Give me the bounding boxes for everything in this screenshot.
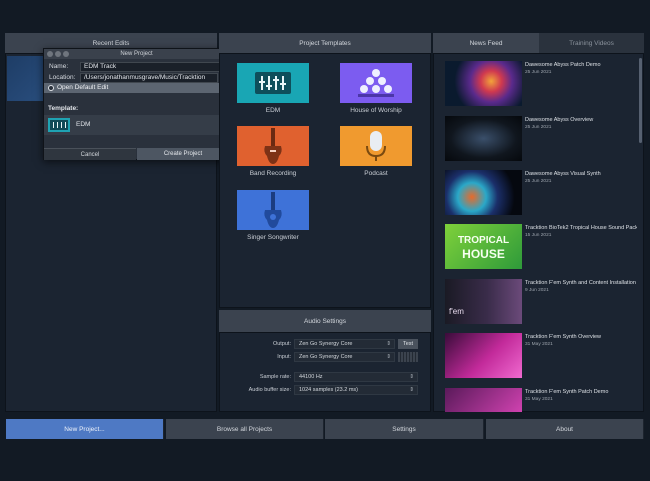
chevron-updown-icon: ⇕: [409, 374, 414, 380]
choir-icon: [358, 69, 394, 97]
project-templates-header: Project Templates: [219, 33, 431, 53]
news-thumbnail[interactable]: [445, 170, 522, 215]
news-date: 31 May 2021: [525, 342, 553, 347]
about-button[interactable]: About: [486, 419, 644, 439]
sample-rate-select[interactable]: 44100 Hz ⇕: [294, 372, 418, 382]
chevron-updown-icon: ⇕: [409, 387, 414, 393]
news-date: 31 May 2021: [525, 397, 553, 402]
name-input[interactable]: EDM Track: [80, 62, 228, 72]
template-label-band-recording: Band Recording: [249, 170, 297, 177]
buffer-size-select[interactable]: 1024 samples (23.2 ms) ⇕: [294, 385, 418, 395]
template-edm[interactable]: [237, 63, 309, 103]
create-project-button[interactable]: Create Project: [137, 148, 229, 160]
template-label-edm: EDM: [265, 107, 281, 114]
news-date: 25 Jun 2021: [525, 70, 552, 75]
template-label-podcast: Podcast: [364, 170, 388, 177]
news-thumbnail[interactable]: [445, 333, 522, 378]
news-thumbnail[interactable]: [445, 61, 522, 106]
output-label: Output:: [272, 341, 291, 347]
buffer-size-value: 1024 samples (23.2 ms): [299, 387, 358, 393]
news-date: 9 Jun 2021: [525, 288, 549, 293]
news-date: 25 Jun 2021: [525, 125, 552, 130]
electric-guitar-icon: [264, 128, 282, 164]
news-thumbnail[interactable]: f'em: [445, 279, 522, 324]
settings-button[interactable]: Settings: [325, 419, 484, 439]
location-label: Location:: [49, 74, 76, 81]
input-label: Input:: [277, 354, 291, 360]
news-title[interactable]: Tracktion F'em Synth Overview: [525, 334, 637, 340]
buffer-size-label: Audio buffer size:: [248, 387, 291, 393]
microphone-icon: [366, 131, 386, 161]
tab-news-feed-label: News Feed: [469, 39, 503, 47]
input-device-select[interactable]: Zen Go Synergy Core ⇕: [294, 352, 395, 362]
output-device-value: Zen Go Synergy Core: [299, 341, 353, 347]
news-date: 15 Jun 2021: [525, 233, 552, 238]
name-label: Name:: [49, 63, 69, 70]
news-scrollbar[interactable]: [639, 58, 642, 143]
news-title[interactable]: Tracktion F'em Synth Patch Demo: [525, 389, 637, 395]
template-name: EDM: [76, 121, 91, 128]
open-default-edit-row[interactable]: Open Default Edit: [44, 83, 229, 93]
project-templates-title: Project Templates: [299, 39, 351, 47]
tab-news-feed[interactable]: News Feed: [433, 33, 539, 53]
acoustic-guitar-icon: [264, 192, 282, 228]
input-level-meter: [398, 352, 418, 362]
mixer-icon: [255, 72, 291, 94]
thumb-text: f'em: [449, 307, 464, 316]
test-output-button[interactable]: Test: [398, 339, 418, 349]
thumb-text: TROPICAL: [457, 235, 510, 246]
new-project-button[interactable]: New Project...: [6, 419, 164, 439]
recent-edits-title: Recent Edits: [92, 39, 130, 47]
open-default-edit-radio[interactable]: [48, 85, 54, 91]
location-input[interactable]: /Users/jonathanmusgrave/Music/Tracktion: [80, 73, 218, 83]
mixer-icon: [48, 118, 70, 132]
tab-training-videos-label: Training Videos: [569, 39, 614, 47]
news-title[interactable]: Tracktion F'em Synth and Content Install…: [525, 280, 637, 286]
browse-all-projects-button[interactable]: Browse all Projects: [166, 419, 324, 439]
template-label-house-of-worship: House of Worship: [350, 107, 402, 114]
audio-settings-header: Audio Settings: [219, 310, 431, 332]
minimize-window-button[interactable]: [55, 51, 61, 57]
template-singer-songwriter[interactable]: [237, 190, 309, 230]
news-title[interactable]: Dawesome Abyss Visual Synth: [525, 171, 637, 177]
news-title[interactable]: Dawesome Abyss Patch Demo: [525, 62, 637, 68]
output-device-select[interactable]: Zen Go Synergy Core ⇕: [294, 339, 395, 349]
template-label: Template:: [48, 105, 79, 112]
new-project-dialog: New Project Name: EDM Track Location: /U…: [43, 48, 230, 160]
audio-settings-title: Audio Settings: [304, 317, 346, 325]
template-house-of-worship[interactable]: [340, 63, 412, 103]
chevron-updown-icon: ⇕: [386, 341, 391, 347]
chevron-updown-icon: ⇕: [386, 354, 391, 360]
close-window-button[interactable]: [47, 51, 53, 57]
news-title[interactable]: Tracktion BioTek2 Tropical House Sound P…: [525, 225, 637, 231]
news-date: 25 Jun 2021: [525, 179, 552, 184]
dialog-title: New Project: [44, 49, 229, 59]
news-title[interactable]: Dawesome Abyss Overview: [525, 117, 637, 123]
template-podcast[interactable]: [340, 126, 412, 166]
template-selector[interactable]: EDM ▶: [44, 115, 229, 135]
news-thumbnail[interactable]: [445, 388, 522, 412]
news-thumbnail[interactable]: [445, 116, 522, 161]
input-device-value: Zen Go Synergy Core: [299, 354, 353, 360]
thumb-text: HOUSE: [462, 247, 505, 261]
zoom-window-button[interactable]: [63, 51, 69, 57]
tab-training-videos[interactable]: Training Videos: [539, 33, 644, 53]
open-default-edit-label: Open Default Edit: [57, 84, 109, 91]
sample-rate-value: 44100 Hz: [299, 374, 323, 380]
sample-rate-label: Sample rate:: [259, 374, 291, 380]
news-thumbnail[interactable]: TROPICAL HOUSE: [445, 224, 522, 269]
template-band-recording[interactable]: [237, 126, 309, 166]
cancel-button[interactable]: Cancel: [44, 148, 136, 160]
template-label-singer-songwriter: Singer Songwriter: [247, 234, 299, 241]
